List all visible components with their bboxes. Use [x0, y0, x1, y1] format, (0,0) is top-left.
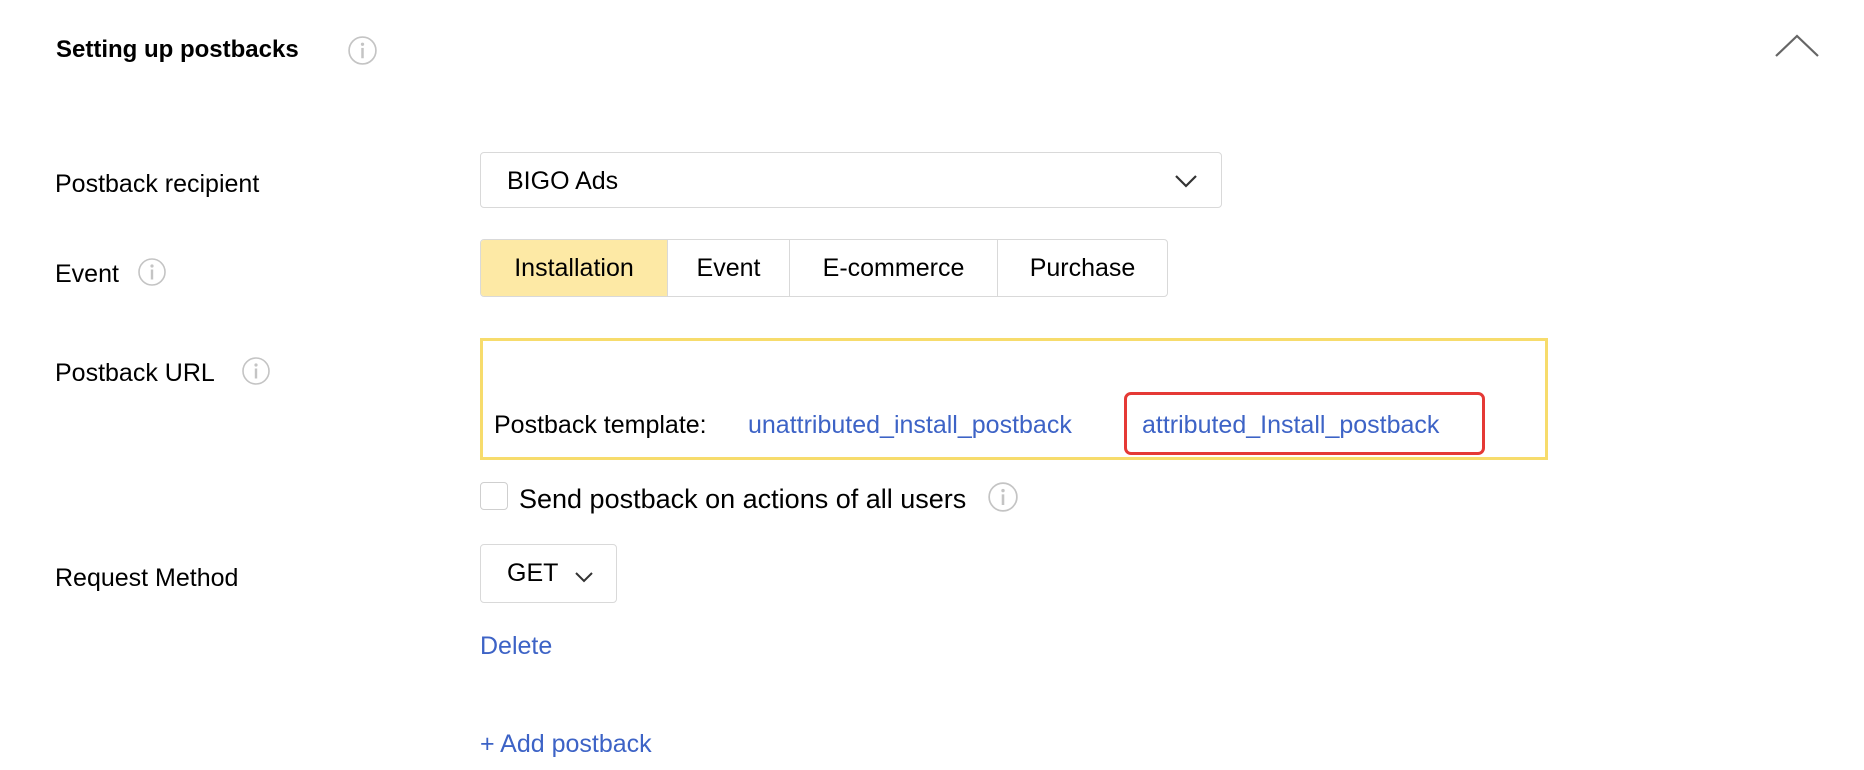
chevron-down-icon: [1173, 172, 1199, 190]
request-method-select[interactable]: GET: [480, 544, 617, 603]
add-postback-link[interactable]: + Add postback: [480, 728, 652, 760]
event-type-segmented-control: Installation Event E-commerce Purchase: [480, 239, 1168, 297]
recipient-label: Postback recipient: [55, 170, 260, 198]
recipient-value: BIGO Ads: [507, 167, 619, 195]
segment-installation[interactable]: Installation: [481, 240, 667, 296]
info-icon[interactable]: [347, 35, 378, 66]
event-label: Event: [55, 260, 119, 288]
section-title: Setting up postbacks: [56, 36, 299, 63]
send-all-users-label[interactable]: Send postback on actions of all users: [519, 483, 966, 515]
segment-purchase[interactable]: Purchase: [997, 240, 1167, 296]
chevron-down-icon: [574, 570, 594, 584]
chevron-up-icon[interactable]: [1774, 30, 1820, 60]
request-method-label: Request Method: [55, 564, 239, 592]
delete-link[interactable]: Delete: [480, 630, 552, 662]
segment-event[interactable]: Event: [667, 240, 789, 296]
info-icon[interactable]: [241, 356, 271, 386]
request-method-value: GET: [507, 559, 559, 587]
segment-e-commerce[interactable]: E-commerce: [789, 240, 997, 296]
info-icon[interactable]: [137, 257, 167, 287]
recipient-select[interactable]: BIGO Ads: [480, 152, 1222, 208]
template-link-unattributed-install[interactable]: unattributed_install_postback: [748, 409, 1072, 441]
send-all-users-checkbox[interactable]: [480, 482, 508, 510]
postback-template-label: Postback template:: [494, 411, 707, 439]
postback-url-field[interactable]: [480, 338, 1548, 460]
info-icon[interactable]: [987, 481, 1019, 513]
template-link-attributed-install[interactable]: attributed_Install_postback: [1142, 409, 1439, 441]
postback-url-label: Postback URL: [55, 359, 215, 387]
